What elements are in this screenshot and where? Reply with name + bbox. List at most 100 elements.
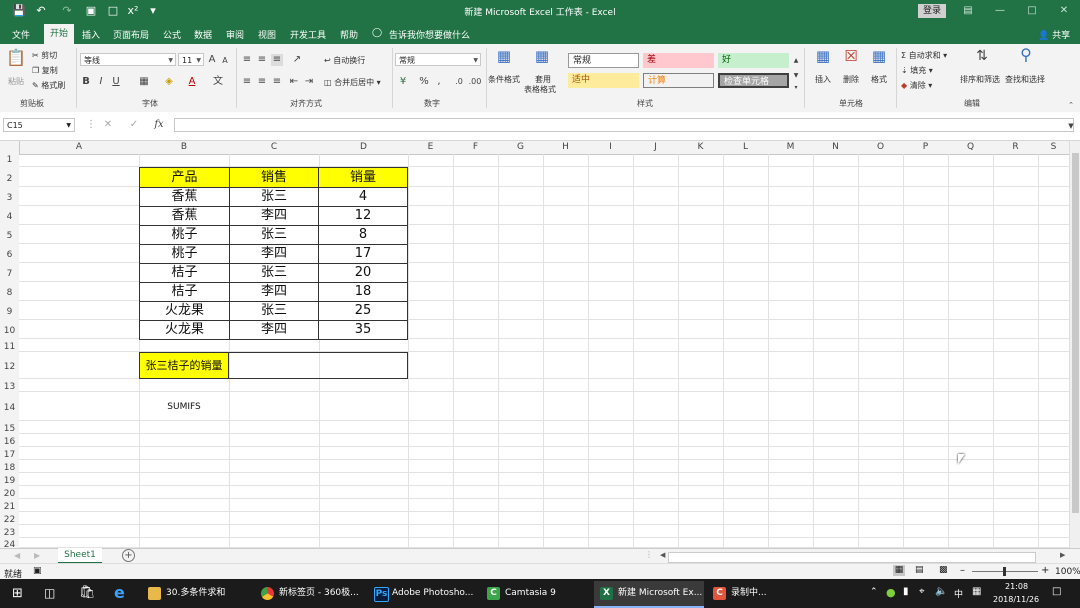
column-header[interactable]: S bbox=[1038, 141, 1069, 154]
column-header[interactable]: A bbox=[19, 141, 139, 154]
network-icon[interactable]: ⌖ bbox=[919, 586, 925, 597]
edge-icon[interactable]: e bbox=[114, 583, 125, 602]
page-break-view-icon[interactable]: ▩ bbox=[939, 565, 948, 575]
tab-view[interactable]: 视图 bbox=[258, 28, 276, 41]
table-cell[interactable]: 张三 bbox=[229, 187, 319, 207]
notifications-icon[interactable]: □ bbox=[1052, 586, 1061, 597]
row-header[interactable]: 24 bbox=[0, 538, 19, 550]
ime-indicator[interactable]: 中 bbox=[954, 587, 963, 600]
vertical-scrollbar[interactable] bbox=[1069, 141, 1080, 548]
column-header[interactable]: O bbox=[858, 141, 903, 154]
align-middle-icon[interactable]: ≡ bbox=[256, 54, 268, 66]
taskbar-app-360[interactable]: 新标签页 - 360极... bbox=[279, 581, 359, 606]
insert-function-icon[interactable]: fx bbox=[152, 119, 166, 131]
ime-mode-icon[interactable]: ▦ bbox=[972, 586, 981, 597]
note-cell[interactable]: SUMIFS bbox=[139, 400, 229, 414]
zoom-slider-thumb[interactable] bbox=[1003, 567, 1006, 576]
row-header[interactable]: 14 bbox=[0, 392, 19, 421]
insert-cells-label[interactable]: 插入 bbox=[815, 74, 831, 85]
normal-view-icon[interactable]: ▦ bbox=[893, 565, 905, 576]
table-cell[interactable]: 35 bbox=[318, 320, 408, 340]
row-header[interactable]: 1 bbox=[0, 154, 19, 167]
style-normal[interactable]: 常规 bbox=[568, 53, 639, 68]
copy-button[interactable]: ❐ 复制 bbox=[32, 65, 58, 76]
row-header[interactable]: 13 bbox=[0, 379, 19, 392]
expand-formula-icon[interactable]: ▼ bbox=[1066, 120, 1076, 132]
fill-color-icon[interactable]: ◈ bbox=[163, 76, 175, 88]
tab-formulas[interactable]: 公式 bbox=[163, 28, 181, 41]
row-header[interactable]: 22 bbox=[0, 512, 19, 525]
enter-icon[interactable]: ✓ bbox=[128, 119, 140, 131]
bold-icon[interactable]: B bbox=[81, 76, 91, 88]
italic-icon[interactable]: I bbox=[96, 76, 106, 88]
row-header[interactable]: 2 bbox=[0, 167, 19, 187]
table-cell[interactable]: 桔子 bbox=[139, 263, 230, 283]
row-header[interactable]: 18 bbox=[0, 460, 19, 473]
table-cell[interactable]: 李四 bbox=[229, 244, 319, 264]
paste-icon[interactable]: 📋 bbox=[6, 50, 26, 72]
style-bad[interactable]: 差 bbox=[643, 53, 714, 68]
increase-decimal-icon[interactable]: .0 bbox=[452, 76, 466, 88]
paste-label[interactable]: 粘贴 bbox=[8, 76, 24, 87]
column-header[interactable]: Q bbox=[948, 141, 993, 154]
prev-sheet-icon[interactable]: ◀ bbox=[14, 551, 20, 560]
row-header[interactable]: 9 bbox=[0, 301, 19, 320]
store-icon[interactable]: 🛍 bbox=[79, 585, 96, 600]
delete-cells-icon[interactable]: ☒ bbox=[841, 49, 861, 70]
collapse-ribbon-icon[interactable]: ⌃ bbox=[1066, 99, 1076, 111]
row-header[interactable]: 6 bbox=[0, 244, 19, 263]
tell-me-search[interactable]: 告诉我你想要做什么 bbox=[389, 28, 470, 41]
style-neutral[interactable]: 适中 bbox=[568, 73, 639, 88]
tray-expand-icon[interactable]: ⌃ bbox=[870, 587, 878, 597]
row-header[interactable]: 19 bbox=[0, 473, 19, 486]
scroll-left-icon[interactable]: ◀ bbox=[660, 551, 665, 559]
vertical-scroll-thumb[interactable] bbox=[1072, 153, 1079, 513]
clock-date[interactable]: 2018/11/26 bbox=[993, 595, 1039, 604]
sort-filter-label[interactable]: 排序和筛选 bbox=[960, 74, 1000, 85]
sort-filter-icon[interactable]: ⇅ bbox=[972, 49, 992, 70]
tab-data[interactable]: 数据 bbox=[194, 28, 212, 41]
row-header[interactable]: 4 bbox=[0, 206, 19, 225]
taskbar-app-folder[interactable]: 30.多条件求和 bbox=[166, 581, 225, 606]
windows-start-icon[interactable]: ⊞ bbox=[12, 586, 23, 601]
horizontal-scroll-thumb[interactable] bbox=[668, 552, 1036, 563]
insert-cells-icon[interactable]: ▦ bbox=[813, 49, 833, 70]
tab-file[interactable]: 文件 bbox=[12, 28, 30, 41]
name-box[interactable]: C15 ▼ bbox=[3, 118, 75, 132]
minimize-icon[interactable]: — bbox=[990, 4, 1010, 18]
next-sheet-icon[interactable]: ▶ bbox=[34, 551, 40, 560]
row-header[interactable]: 23 bbox=[0, 525, 19, 538]
increase-font-icon[interactable]: A bbox=[207, 54, 217, 66]
row-header[interactable]: 21 bbox=[0, 499, 19, 512]
increase-indent-icon[interactable]: ⇥ bbox=[303, 76, 315, 88]
table-cell[interactable]: 桃子 bbox=[139, 244, 230, 264]
column-header[interactable]: B bbox=[139, 141, 229, 154]
row-header[interactable]: 12 bbox=[0, 352, 19, 379]
scroll-right-icon[interactable]: ▶ bbox=[1060, 551, 1065, 559]
query-label-cell[interactable]: 张三桔子的销量 bbox=[139, 352, 229, 379]
row-header[interactable]: 3 bbox=[0, 187, 19, 206]
login-button[interactable]: 登录 bbox=[918, 4, 946, 18]
table-header-cell[interactable]: 销量 bbox=[318, 167, 408, 188]
tab-help[interactable]: 帮助 bbox=[340, 28, 358, 41]
column-header[interactable]: J bbox=[633, 141, 678, 154]
row-header[interactable]: 20 bbox=[0, 486, 19, 499]
row-header[interactable]: 8 bbox=[0, 282, 19, 301]
table-cell[interactable]: 桔子 bbox=[139, 282, 230, 302]
row-header[interactable]: 15 bbox=[0, 421, 19, 434]
table-cell[interactable]: 张三 bbox=[229, 263, 319, 283]
style-calculation[interactable]: 计算 bbox=[643, 73, 714, 88]
add-sheet-button[interactable]: + bbox=[122, 549, 135, 562]
column-header[interactable]: N bbox=[813, 141, 858, 154]
clear-button[interactable]: ◆ 清除 ▾ bbox=[901, 80, 932, 91]
tab-developer[interactable]: 开发工具 bbox=[290, 28, 326, 41]
find-select-icon[interactable]: ⚲ bbox=[1016, 47, 1036, 69]
column-header[interactable]: P bbox=[903, 141, 948, 154]
table-header-cell[interactable]: 产品 bbox=[139, 167, 230, 188]
currency-icon[interactable]: ¥ bbox=[396, 76, 410, 88]
table-cell[interactable]: 李四 bbox=[229, 320, 319, 340]
cancel-icon[interactable]: ✕ bbox=[102, 119, 114, 131]
zoom-in-icon[interactable]: + bbox=[1041, 565, 1049, 576]
maximize-icon[interactable]: □ bbox=[1022, 4, 1042, 18]
column-header[interactable]: C bbox=[229, 141, 319, 154]
